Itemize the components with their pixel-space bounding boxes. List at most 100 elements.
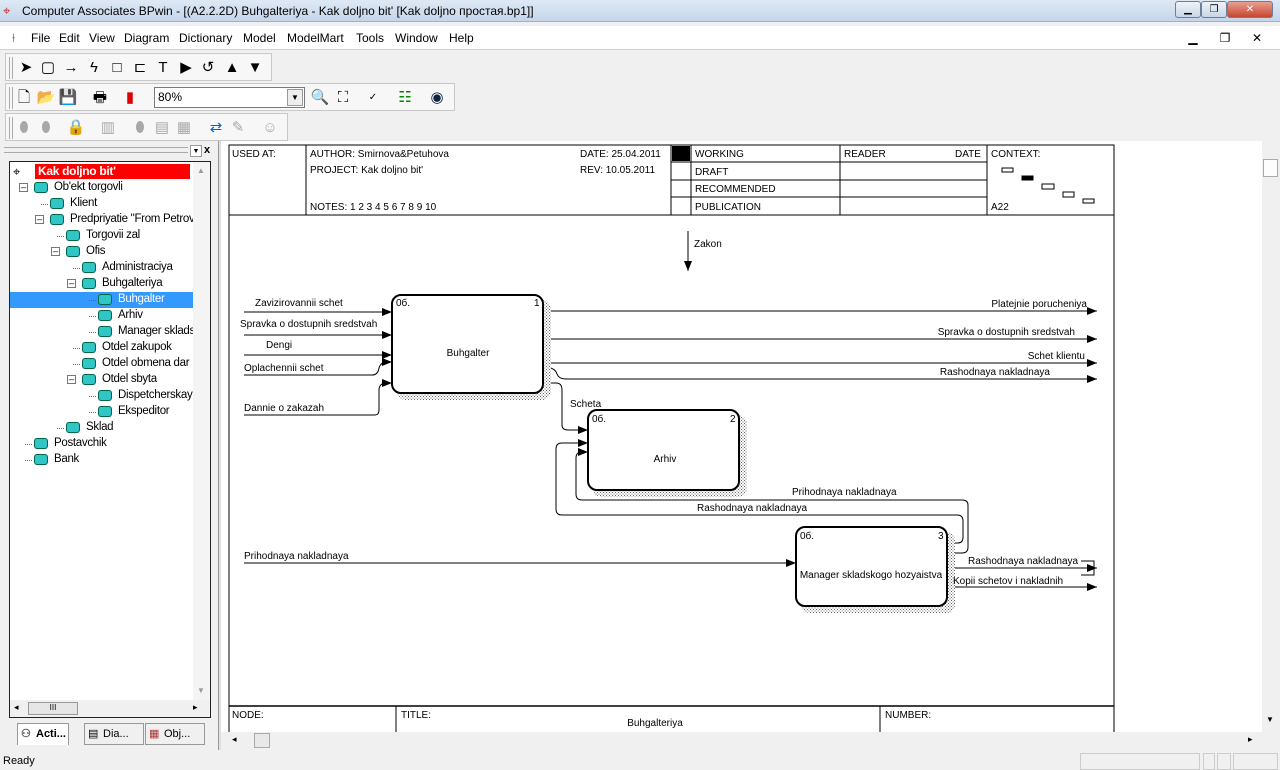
tree-item[interactable]: Bank bbox=[10, 452, 193, 468]
arrow-label: Scheta bbox=[570, 399, 602, 410]
tree-connector bbox=[89, 300, 96, 301]
go-to-child-icon[interactable]: ▶ bbox=[176, 58, 196, 78]
disconnect-icon[interactable]: ⬮ bbox=[36, 118, 56, 138]
zoom-in-icon[interactable]: 🔍 bbox=[310, 88, 330, 108]
mdi-close-button[interactable]: ✕ bbox=[1246, 30, 1268, 47]
scroll-left-icon[interactable]: ◂ bbox=[232, 734, 237, 745]
minimize-button[interactable]: ▁ bbox=[1175, 1, 1201, 18]
scroll-right-icon[interactable]: ▸ bbox=[1248, 734, 1253, 745]
close-button[interactable]: ✕ bbox=[1227, 1, 1273, 18]
tree-item[interactable]: Otdel obmena dar bbox=[10, 356, 193, 372]
box-name: Arhiv bbox=[654, 454, 677, 465]
tree-item[interactable]: ⌖ Kak doljno bit' bbox=[10, 164, 193, 180]
squiggle-tool-icon[interactable]: ϟ bbox=[84, 58, 104, 78]
scroll-down-icon[interactable]: ▼ bbox=[1266, 715, 1274, 724]
collapse-toggle[interactable]: – bbox=[35, 215, 44, 224]
go-up-icon[interactable]: ▲ bbox=[222, 58, 242, 78]
tools-icon[interactable]: ✎ bbox=[228, 118, 248, 138]
tree-horizontal-scrollbar[interactable]: ◂ III ▸ bbox=[10, 700, 210, 717]
tab-diagrams[interactable]: ▤ Dia... bbox=[84, 723, 144, 745]
panel-close-button[interactable]: x bbox=[204, 144, 210, 156]
tree-item[interactable]: Otdel zakupok bbox=[10, 340, 193, 356]
text-tool-icon[interactable]: T bbox=[153, 58, 173, 78]
arrow-tool-icon[interactable]: → bbox=[61, 58, 81, 78]
box-name: Manager skladskogo hozyaistva bbox=[800, 570, 943, 581]
report-icon[interactable]: ▤ bbox=[152, 118, 172, 138]
activity-box-arhiv[interactable] bbox=[587, 409, 740, 491]
external-ref-tool-icon[interactable]: □ bbox=[107, 58, 127, 78]
pointer-tool-icon[interactable]: ➤ bbox=[16, 58, 36, 78]
activity-box-buhgalter[interactable] bbox=[391, 294, 544, 394]
tree-item[interactable]: – Buhgalteriya bbox=[10, 276, 193, 292]
tree-item[interactable]: Sklad bbox=[10, 420, 193, 436]
horizontal-scroll-thumb[interactable] bbox=[254, 733, 270, 748]
menu-modelmart[interactable]: ModelMart bbox=[287, 31, 344, 45]
menu-window[interactable]: Window bbox=[395, 31, 438, 45]
tree-item-label: Ob'ekt torgovli bbox=[54, 181, 123, 193]
spell-check-icon[interactable]: ✓ bbox=[363, 88, 383, 108]
tree-vertical-scrollbar[interactable]: ▲ ▼ bbox=[193, 162, 210, 700]
collapse-toggle[interactable]: – bbox=[51, 247, 60, 256]
activity-box-tool-icon[interactable]: ▢ bbox=[38, 58, 58, 78]
canvas-horizontal-scrollbar[interactable]: ◂ ▸ bbox=[228, 732, 1262, 749]
menu-view[interactable]: View bbox=[89, 31, 115, 45]
tree-item[interactable]: Administraciya bbox=[10, 260, 193, 276]
collapse-toggle[interactable]: – bbox=[67, 375, 76, 384]
tree-scroll-thumb[interactable]: III bbox=[28, 702, 78, 715]
session-icon[interactable]: ⬮ bbox=[130, 118, 150, 138]
color-palette-icon[interactable]: ▮ bbox=[120, 88, 140, 108]
go-down-icon[interactable]: ▼ bbox=[245, 58, 265, 78]
menu-tools[interactable]: Tools bbox=[356, 31, 384, 45]
change-manager-icon[interactable]: ⇄ bbox=[206, 118, 226, 138]
menu-edit[interactable]: Edit bbox=[59, 31, 80, 45]
tree-item[interactable]: Dispetcherskay bbox=[10, 388, 193, 404]
panel-menu-button[interactable]: ▼ bbox=[190, 145, 202, 157]
chevron-down-icon[interactable]: ▼ bbox=[287, 89, 303, 106]
document-icon[interactable]: ⍿ bbox=[12, 31, 15, 46]
tree-item[interactable]: – Ob'ekt torgovli bbox=[10, 180, 193, 196]
modelmart-icon[interactable]: ◉ bbox=[427, 88, 447, 108]
connect-icon[interactable]: ⬮ bbox=[14, 118, 34, 138]
maximize-button[interactable]: ❐ bbox=[1201, 1, 1227, 18]
menu-help[interactable]: Help bbox=[449, 31, 474, 45]
print-icon[interactable]: 🖶 bbox=[90, 88, 110, 108]
datastore-tool-icon[interactable]: ⊏ bbox=[130, 58, 150, 78]
collapse-toggle[interactable]: – bbox=[19, 183, 28, 192]
canvas-vertical-scrollbar[interactable]: ▼ bbox=[1262, 141, 1279, 732]
activity-box-manager[interactable] bbox=[795, 526, 948, 607]
menu-dictionary[interactable]: Dictionary bbox=[179, 31, 232, 45]
menu-model[interactable]: Model bbox=[243, 31, 276, 45]
library-icon[interactable]: ▥ bbox=[98, 118, 118, 138]
zoom-fit-icon[interactable]: ⛶ bbox=[333, 88, 353, 108]
menu-diagram[interactable]: Diagram bbox=[124, 31, 169, 45]
lock-icon[interactable]: 🔒 bbox=[66, 118, 86, 138]
tree-item[interactable]: Arhiv bbox=[10, 308, 193, 324]
go-to-parent-icon[interactable]: ↺ bbox=[198, 58, 218, 78]
tree-item[interactable]: Ekspeditor bbox=[10, 404, 193, 420]
mdi-restore-button[interactable]: ❐ bbox=[1214, 30, 1236, 47]
tree-item[interactable]: Buhgalter bbox=[10, 292, 193, 308]
tree-item[interactable]: Klient bbox=[10, 196, 193, 212]
grid-icon[interactable]: ▦ bbox=[174, 118, 194, 138]
model-explorer-icon[interactable]: ☷ bbox=[395, 88, 415, 108]
tree-item[interactable]: Torgovii zal bbox=[10, 228, 193, 244]
tab-activities[interactable]: ⚇ Acti... bbox=[17, 723, 69, 745]
vertical-scroll-thumb[interactable] bbox=[1263, 159, 1278, 177]
tree-item-label: Bank bbox=[54, 453, 80, 465]
tree-item[interactable]: – Predpriyatie "From Petrov bbox=[10, 212, 193, 228]
arrow-label: Rashodnaya nakladnaya bbox=[940, 367, 1051, 378]
mdi-minimize-button[interactable]: ▁ bbox=[1182, 30, 1204, 47]
collapse-toggle[interactable]: – bbox=[67, 279, 76, 288]
users-icon[interactable]: ☺ bbox=[260, 118, 280, 138]
zoom-select[interactable]: 80% ▼ bbox=[154, 87, 305, 108]
save-icon[interactable]: 💾 bbox=[58, 88, 78, 108]
tab-objects[interactable]: ▦ Obj... bbox=[145, 723, 205, 745]
box-number: 3 bbox=[938, 531, 944, 542]
menu-file[interactable]: File bbox=[31, 31, 50, 45]
tree-item[interactable]: – Ofis bbox=[10, 244, 193, 260]
tree-item[interactable]: – Otdel sbyta bbox=[10, 372, 193, 388]
open-folder-icon[interactable]: 📂 bbox=[36, 88, 56, 108]
tree-item[interactable]: Postavchik bbox=[10, 436, 193, 452]
tree-item[interactable]: Manager sklads bbox=[10, 324, 193, 340]
new-file-icon[interactable]: 🗋 bbox=[14, 88, 34, 108]
